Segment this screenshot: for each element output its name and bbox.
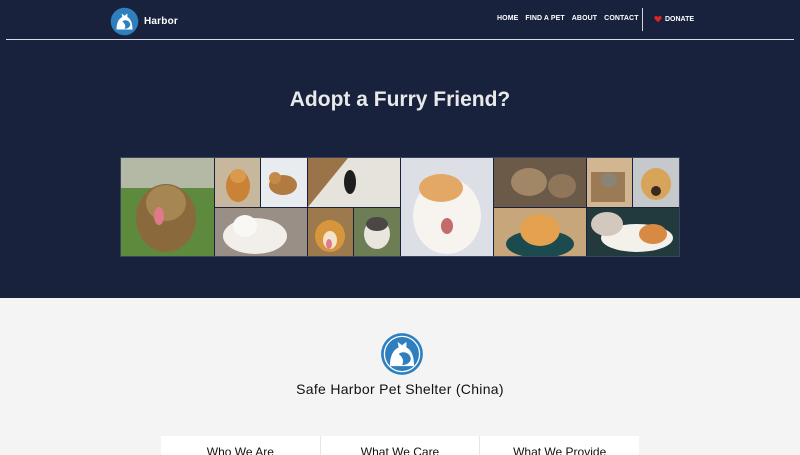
pet-photo-gallery [120,157,680,257]
nav-divider [642,8,643,31]
card-what-we-provide[interactable]: What We Provide [480,436,640,455]
hero-section: Harbor HOME FIND A PET ABOUT CONTACT DON… [0,0,800,298]
calico-cat-photo[interactable] [587,208,679,256]
white-orange-cat-photo[interactable] [401,158,493,256]
dog-cat-logo-icon [381,333,423,375]
top-nav: Harbor HOME FIND A PET ABOUT CONTACT DON… [0,0,800,40]
info-cards: Who We Are What We Care What We Provide [161,436,640,455]
samoyed-dog-photo[interactable] [215,208,307,256]
shiba-snow-photo[interactable] [261,158,307,207]
shiba-dog-photo[interactable] [215,158,260,207]
corgi-dog-photo[interactable] [308,208,353,256]
hero-title: Adopt a Furry Friend? [289,88,511,111]
nav-contact-link[interactable]: CONTACT [604,15,638,22]
org-name-heading: Safe Harbor Pet Shelter (China) [296,381,504,397]
nav-links: HOME FIND A PET ABOUT CONTACT [497,15,646,22]
nav-find-a-pet-link[interactable]: FIND A PET [525,15,564,22]
orange-cat-basket-photo[interactable] [494,208,586,256]
husky-dog-photo[interactable] [354,208,400,256]
nav-rule [6,39,794,40]
brand-name: Harbor [144,15,178,27]
donate-button[interactable]: DONATE [654,15,694,23]
brand-logo-link[interactable]: Harbor [110,6,178,36]
cat-in-box-photo[interactable] [587,158,632,207]
card-what-we-care[interactable]: What We Care [320,436,481,455]
donate-label: DONATE [665,15,695,23]
heart-icon [654,16,662,23]
yorkie-dog-photo[interactable] [121,158,214,256]
nav-about-link[interactable]: ABOUT [572,15,597,22]
tabby-cats-photo[interactable] [494,158,586,207]
dog-cat-logo-icon [110,7,139,35]
golden-retriever-photo[interactable] [633,158,679,207]
nav-home-link[interactable]: HOME [497,15,518,22]
card-who-we-are[interactable]: Who We Are [161,436,321,455]
black-cat-photo[interactable] [308,158,400,207]
